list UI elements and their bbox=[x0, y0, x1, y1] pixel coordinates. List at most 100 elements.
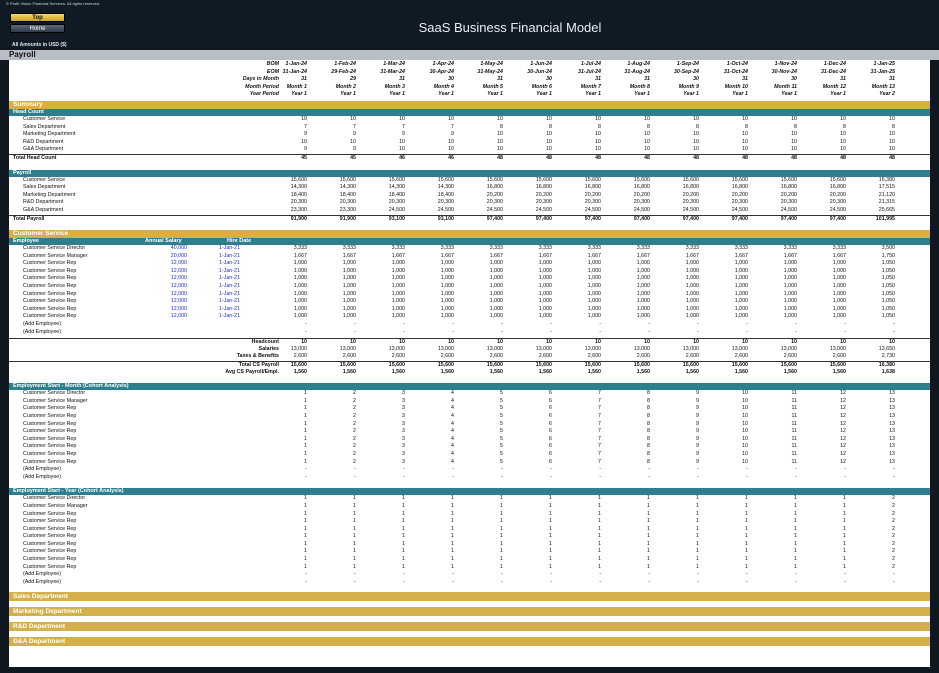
cs-stat-row-cell[interactable]: 13,000 bbox=[455, 346, 503, 354]
cohort-year-row-cell[interactable]: 1 bbox=[259, 541, 307, 549]
employee-row-cell[interactable]: 1,050 bbox=[847, 298, 895, 306]
employee-row-cell[interactable]: 1,667 bbox=[357, 253, 405, 261]
cohort-month-row-cell[interactable]: 13 bbox=[847, 459, 895, 467]
payroll-row-cell[interactable]: 15,600 bbox=[602, 177, 650, 185]
payroll-row-cell[interactable]: 17,515 bbox=[847, 184, 895, 192]
cohort-month-row-cell[interactable]: 6 bbox=[504, 405, 552, 413]
payroll-row-cell[interactable]: 20,300 bbox=[651, 199, 699, 207]
employee-row-cell[interactable]: 1,000 bbox=[798, 298, 846, 306]
cohort-month-row-cell[interactable]: 3 bbox=[357, 405, 405, 413]
cohort-month-row-cell[interactable]: 7 bbox=[553, 428, 601, 436]
headcount-row-cell[interactable]: 10 bbox=[504, 116, 552, 124]
employee-row-cell[interactable]: - bbox=[357, 329, 405, 337]
period-header-row-cell[interactable]: 31-May-24 bbox=[455, 69, 503, 77]
headcount-row-cell[interactable]: 10 bbox=[357, 146, 405, 154]
cohort-year-row-cell[interactable]: - bbox=[798, 571, 846, 579]
cohort-month-row-cell[interactable]: 8 bbox=[602, 443, 650, 451]
cohort-year-row-cell[interactable]: 1 bbox=[749, 541, 797, 549]
employee-row-cell[interactable]: 1,050 bbox=[847, 306, 895, 314]
headcount-row-cell[interactable]: 10 bbox=[308, 116, 356, 124]
period-header-row-cell[interactable]: Month 6 bbox=[504, 84, 552, 92]
cs-stat-row-cell[interactable]: 2,730 bbox=[847, 353, 895, 361]
cohort-year-row-cell[interactable]: 1 bbox=[700, 526, 748, 534]
headcount-row-cell[interactable]: 10 bbox=[798, 131, 846, 139]
period-header-row-cell[interactable]: 30-Sep-24 bbox=[651, 69, 699, 77]
payroll-row-cell[interactable]: 24,500 bbox=[602, 207, 650, 215]
employee-row-cell[interactable]: 1,000 bbox=[749, 306, 797, 314]
cs-stat-row-cell[interactable]: 1,560 bbox=[504, 369, 552, 377]
cohort-month-row-cell[interactable]: 6 bbox=[504, 459, 552, 467]
cohort-year-row-cell[interactable]: 1 bbox=[749, 495, 797, 503]
headcount-row-cell[interactable]: 10 bbox=[455, 146, 503, 154]
cohort-year-row-cell[interactable]: - bbox=[553, 571, 601, 579]
payroll-row-cell[interactable]: 20,300 bbox=[504, 199, 552, 207]
annual-salary-cell[interactable]: 12,000 bbox=[139, 275, 187, 283]
cohort-year-row-cell[interactable]: 1 bbox=[357, 533, 405, 541]
cohort-month-row-cell[interactable]: 6 bbox=[504, 428, 552, 436]
period-header-row-cell[interactable]: 1-Jun-24 bbox=[504, 61, 552, 69]
hire-date-cell[interactable]: 1-Jan-21 bbox=[219, 260, 240, 268]
cohort-year-row-cell[interactable]: 1 bbox=[553, 495, 601, 503]
employee-row-cell[interactable]: 1,000 bbox=[798, 260, 846, 268]
annual-salary-cell[interactable]: 12,000 bbox=[139, 298, 187, 306]
cohort-year-row-cell[interactable]: 1 bbox=[455, 556, 503, 564]
employee-row-cell[interactable]: 1,000 bbox=[357, 260, 405, 268]
headcount-row-cell[interactable]: 10 bbox=[406, 146, 454, 154]
cohort-month-row-cell[interactable]: 6 bbox=[504, 398, 552, 406]
employee-row-cell[interactable]: 1,000 bbox=[357, 283, 405, 291]
payroll-row-cell[interactable]: 18,400 bbox=[357, 192, 405, 200]
cohort-month-row-cell[interactable]: 10 bbox=[700, 398, 748, 406]
cohort-year-row-cell[interactable]: 1 bbox=[553, 564, 601, 572]
cohort-year-row-cell[interactable]: - bbox=[847, 571, 895, 579]
cohort-month-row-cell[interactable]: 9 bbox=[651, 443, 699, 451]
total-payroll-row-cell[interactable]: 97,400 bbox=[798, 216, 846, 224]
employee-row-cell[interactable]: 1,000 bbox=[700, 306, 748, 314]
payroll-row-cell[interactable]: 16,800 bbox=[553, 184, 601, 192]
period-header-row-cell[interactable]: 1-Jul-24 bbox=[553, 61, 601, 69]
cohort-year-row-cell[interactable]: 1 bbox=[308, 526, 356, 534]
period-header-row-cell[interactable]: 30 bbox=[406, 76, 454, 84]
employee-row-cell[interactable]: - bbox=[504, 329, 552, 337]
cohort-year-row-cell[interactable]: 1 bbox=[749, 533, 797, 541]
cohort-year-row-cell[interactable]: 1 bbox=[700, 495, 748, 503]
headcount-row-cell[interactable]: 10 bbox=[798, 116, 846, 124]
employee-row-cell[interactable]: 1,000 bbox=[700, 298, 748, 306]
employee-row-cell[interactable]: 1,000 bbox=[259, 306, 307, 314]
cohort-month-row-cell[interactable]: 3 bbox=[357, 428, 405, 436]
cohort-year-row-cell[interactable]: 2 bbox=[847, 503, 895, 511]
cohort-month-row-cell[interactable]: 1 bbox=[259, 390, 307, 398]
payroll-row-cell[interactable]: 20,300 bbox=[700, 199, 748, 207]
payroll-row-cell[interactable]: 16,800 bbox=[504, 184, 552, 192]
employee-row-cell[interactable]: - bbox=[308, 329, 356, 337]
cohort-month-row-cell[interactable]: 5 bbox=[455, 436, 503, 444]
employee-row-cell[interactable]: 1,000 bbox=[308, 260, 356, 268]
employee-row-cell[interactable]: 1,000 bbox=[259, 283, 307, 291]
annual-salary-cell[interactable]: 40,000 bbox=[139, 245, 187, 253]
cs-stat-row-cell[interactable]: 1,560 bbox=[357, 369, 405, 377]
hire-date-cell[interactable]: 1-Jan-21 bbox=[219, 306, 240, 314]
employee-row-cell[interactable]: 1,000 bbox=[749, 283, 797, 291]
employee-row-cell[interactable]: 1,000 bbox=[700, 313, 748, 321]
cohort-month-row-cell[interactable]: 1 bbox=[259, 451, 307, 459]
cohort-year-row-cell[interactable]: 1 bbox=[357, 511, 405, 519]
period-header-row-cell[interactable]: Year 1 bbox=[259, 91, 307, 99]
period-header-row-cell[interactable]: 31 bbox=[553, 76, 601, 84]
employee-row-cell[interactable]: 1,667 bbox=[406, 253, 454, 261]
employee-row-cell[interactable]: 1,000 bbox=[504, 306, 552, 314]
headcount-row-cell[interactable]: 10 bbox=[553, 139, 601, 147]
cohort-month-row-cell[interactable]: 9 bbox=[651, 421, 699, 429]
payroll-row-cell[interactable]: 18,400 bbox=[308, 192, 356, 200]
cohort-year-row-cell[interactable]: 1 bbox=[455, 526, 503, 534]
period-header-row-cell[interactable]: 30-Apr-24 bbox=[406, 69, 454, 77]
cohort-year-row-cell[interactable]: - bbox=[651, 579, 699, 587]
cohort-year-row-cell[interactable]: - bbox=[847, 579, 895, 587]
employee-row-cell[interactable]: - bbox=[847, 329, 895, 337]
cohort-month-row-cell[interactable]: - bbox=[455, 474, 503, 482]
employee-row-cell[interactable]: 1,000 bbox=[504, 313, 552, 321]
cohort-year-row-cell[interactable]: 1 bbox=[749, 564, 797, 572]
headcount-row-cell[interactable]: 10 bbox=[406, 116, 454, 124]
employee-row-cell[interactable]: 1,000 bbox=[651, 283, 699, 291]
hire-date-cell[interactable]: 1-Jan-21 bbox=[219, 253, 240, 261]
employee-row-cell[interactable]: - bbox=[455, 329, 503, 337]
cohort-month-row-cell[interactable]: 5 bbox=[455, 459, 503, 467]
